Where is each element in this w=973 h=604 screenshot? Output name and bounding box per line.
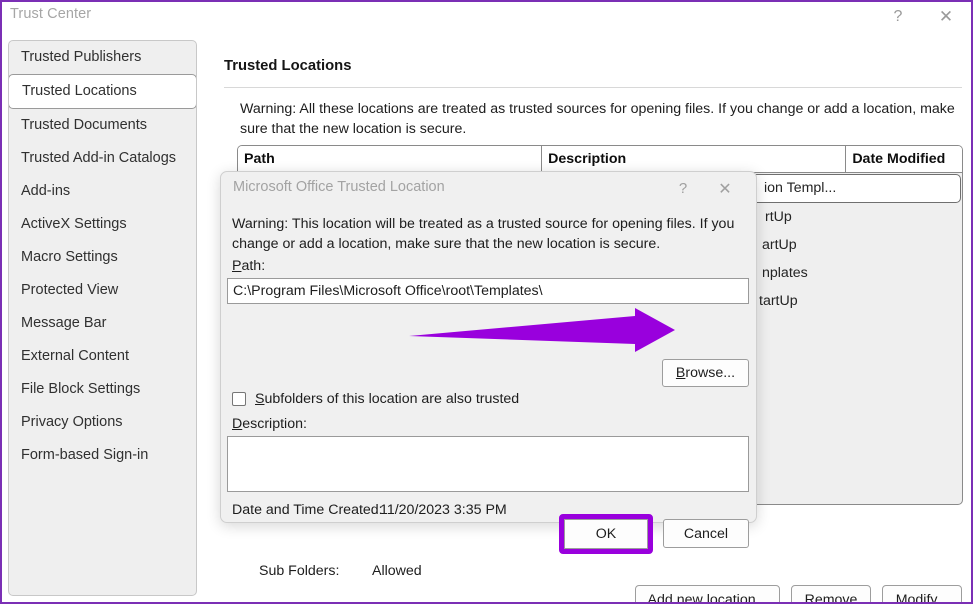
ok-button[interactable]: OK — [564, 519, 648, 549]
date-created-value: 11/20/2023 3:35 PM — [380, 502, 507, 518]
sidebar-item-trusted-documents[interactable]: Trusted Documents — [9, 109, 196, 142]
column-header-date-modified[interactable]: Date Modified — [846, 146, 962, 172]
subfolders-checkbox[interactable] — [232, 392, 246, 406]
path-label: Path: — [232, 258, 266, 274]
sidebar-item-protected-view[interactable]: Protected View — [9, 274, 196, 307]
sidebar-item-activex-settings[interactable]: ActiveX Settings — [9, 208, 196, 241]
table-row-path: nplates — [762, 265, 808, 281]
table-row-path: tartUp — [759, 293, 798, 309]
dialog-title: Microsoft Office Trusted Location — [233, 179, 445, 195]
sidebar-item-form-based-sign-in[interactable]: Form-based Sign-in — [9, 439, 196, 472]
sub-folders-value: Allowed — [372, 563, 422, 579]
sidebar-item-external-content[interactable]: External Content — [9, 340, 196, 373]
ok-button-highlight: OK — [559, 514, 653, 554]
remove-button[interactable]: Remove — [791, 585, 871, 604]
add-new-location-label: Add new location... — [647, 592, 768, 604]
title-divider — [224, 87, 962, 88]
sidebar-item-trusted-add-in-catalogs[interactable]: Trusted Add-in Catalogs — [9, 142, 196, 175]
page-title: Trusted Locations — [224, 58, 352, 74]
add-new-location-button[interactable]: Add new location... — [635, 585, 780, 604]
sidebar: Trusted Publishers Trusted Locations Tru… — [8, 40, 197, 596]
dialog-warning-text: Warning: This location will be treated a… — [232, 216, 735, 252]
trusted-locations-warning: Warning: All these locations are treated… — [240, 101, 955, 137]
subfolders-checkbox-row[interactable]: Subfolders of this location are also tru… — [232, 391, 519, 407]
browse-button[interactable]: Browse... — [662, 359, 749, 387]
modify-label: Modify... — [895, 592, 949, 604]
sidebar-item-message-bar[interactable]: Message Bar — [9, 307, 196, 340]
close-icon[interactable]: ✕ — [925, 2, 967, 32]
path-input[interactable]: C:\Program Files\Microsoft Office\root\T… — [227, 278, 749, 304]
sidebar-item-file-block-settings[interactable]: File Block Settings — [9, 373, 196, 406]
window-title: Trust Center — [10, 6, 92, 22]
column-header-path[interactable]: Path — [238, 146, 543, 172]
sidebar-item-add-ins[interactable]: Add-ins — [9, 175, 196, 208]
sidebar-item-trusted-publishers[interactable]: Trusted Publishers — [9, 41, 196, 74]
dialog-body: Warning: This location will be treated a… — [221, 204, 756, 554]
table-row-path: ion Templ... — [764, 180, 837, 196]
window-titlebar: Trust Center ? ✕ — [2, 2, 971, 34]
trusted-location-dialog: Microsoft Office Trusted Location ? ✕ Wa… — [220, 171, 757, 554]
description-input[interactable] — [227, 436, 749, 492]
modify-button[interactable]: Modify... — [882, 585, 962, 604]
browse-label: Browse... — [675, 365, 736, 381]
trust-center-window: Trust Center ? ✕ Trusted Publishers Trus… — [0, 0, 973, 604]
remove-label: Remove — [804, 592, 858, 604]
subfolders-label: Subfolders of this location are also tru… — [255, 391, 520, 407]
table-header-row: Path Description Date Modified — [238, 146, 962, 173]
cancel-button[interactable]: Cancel — [663, 519, 749, 548]
help-icon[interactable]: ? — [877, 2, 919, 32]
sidebar-item-trusted-locations[interactable]: Trusted Locations — [9, 74, 196, 109]
table-row-path: artUp — [762, 237, 797, 253]
sub-folders-label: Sub Folders: — [259, 563, 340, 579]
dialog-help-icon[interactable]: ? — [666, 176, 700, 201]
column-header-description[interactable]: Description — [542, 146, 847, 172]
dialog-close-icon[interactable]: ✕ — [708, 176, 742, 201]
description-label: Description: — [232, 416, 307, 432]
date-created-label: Date and Time Created: — [232, 502, 383, 518]
table-row-path: rtUp — [765, 209, 792, 225]
sidebar-item-macro-settings[interactable]: Macro Settings — [9, 241, 196, 274]
sidebar-item-privacy-options[interactable]: Privacy Options — [9, 406, 196, 439]
